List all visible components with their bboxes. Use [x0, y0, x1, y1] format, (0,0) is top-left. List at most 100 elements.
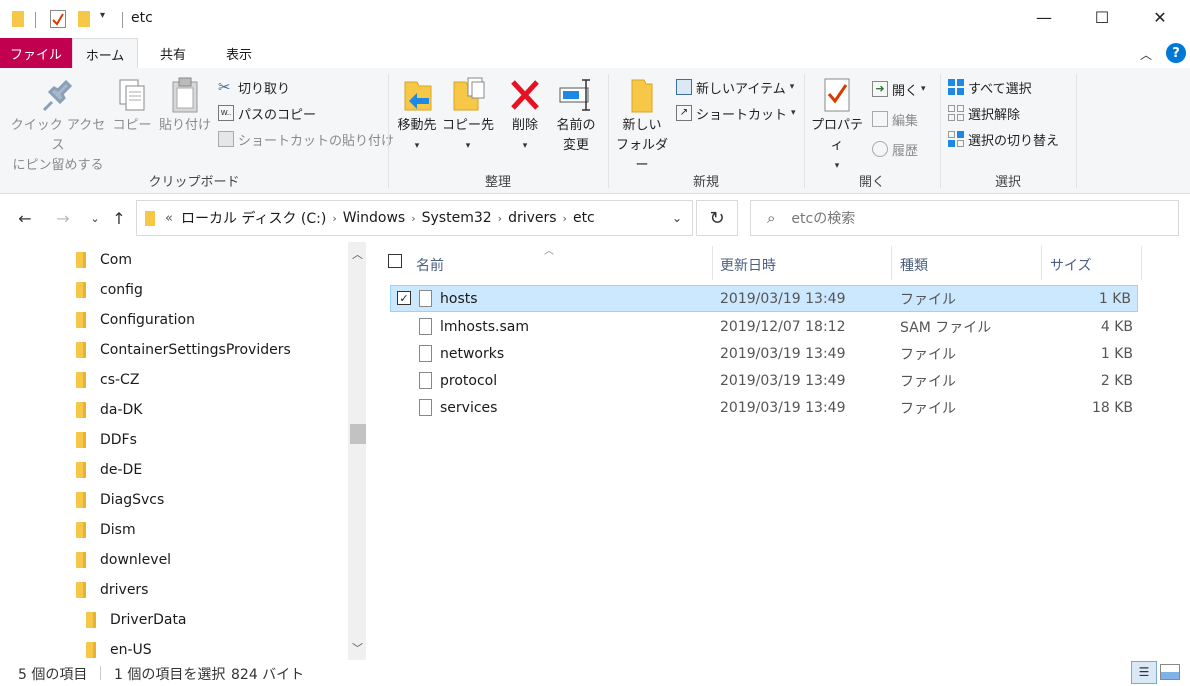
file-row[interactable]: lmhosts.sam 2019/12/07 18:12 SAM ファイル 4 …: [390, 313, 1138, 340]
file-row[interactable]: networks 2019/03/19 13:49 ファイル 1 KB: [390, 340, 1138, 367]
maximize-button[interactable]: ☐: [1079, 0, 1125, 34]
tree-item[interactable]: Configuration: [76, 305, 195, 335]
breadcrumb-local-disk[interactable]: ローカル ディスク (C:): [181, 208, 326, 228]
divider: [122, 12, 123, 28]
pin-quick-access-button[interactable]: クイック アクセス にピン留めする: [8, 76, 108, 176]
breadcrumb-drivers[interactable]: drivers: [508, 210, 556, 226]
details-view-icon[interactable]: ☰: [1131, 661, 1157, 684]
delete-label: 削除: [511, 118, 538, 133]
paste-button[interactable]: 貼り付け: [158, 76, 212, 136]
column-header-size[interactable]: サイズ: [1050, 250, 1092, 280]
customize-qat-icon[interactable]: ▾: [100, 10, 105, 21]
tree-item[interactable]: config: [76, 275, 143, 305]
invert-selection-button[interactable]: 選択の切り替え: [948, 128, 1059, 150]
new-folder-button[interactable]: 新しい フォルダー: [612, 76, 672, 176]
tree-item[interactable]: DriverData: [86, 605, 187, 635]
rename-button[interactable]: 名前の 変更: [550, 76, 602, 156]
tree-item[interactable]: DiagSvcs: [76, 485, 164, 515]
file-row[interactable]: services 2019/03/19 13:49 ファイル 18 KB: [390, 394, 1138, 421]
row-checkbox[interactable]: ✓: [397, 291, 411, 305]
select-none-button[interactable]: 選択解除: [948, 102, 1020, 124]
chevron-right-icon[interactable]: ›: [332, 212, 336, 225]
column-separator[interactable]: [1041, 246, 1042, 280]
tree-item[interactable]: de-DE: [76, 455, 142, 485]
column-separator[interactable]: [891, 246, 892, 280]
group-label-select: 選択: [994, 175, 1021, 190]
file-row[interactable]: protocol 2019/03/19 13:49 ファイル 2 KB: [390, 367, 1138, 394]
paste-shortcut-button[interactable]: ショートカットの貼り付け: [218, 128, 394, 150]
overflow-chevron[interactable]: «: [165, 211, 173, 226]
recent-locations-button[interactable]: ⌄: [84, 206, 106, 230]
group-label-clipboard: クリップボード: [148, 175, 240, 190]
new-folder-quick-icon[interactable]: [78, 11, 90, 27]
select-all-icon: [948, 79, 964, 95]
column-header-type[interactable]: 種類: [900, 250, 928, 280]
cut-button[interactable]: ✂ 切り取り: [218, 76, 290, 98]
help-icon[interactable]: ?: [1166, 43, 1186, 63]
large-icons-view-icon[interactable]: [1160, 664, 1180, 680]
properties-icon: [824, 78, 850, 112]
file-size: 1 KB: [1100, 345, 1133, 362]
tree-item[interactable]: downlevel: [76, 545, 171, 575]
chevron-right-icon[interactable]: ›: [498, 212, 502, 225]
select-all-checkbox[interactable]: [388, 254, 402, 268]
scrollbar-thumb[interactable]: [350, 424, 366, 444]
select-all-button[interactable]: すべて選択: [948, 76, 1032, 98]
navigation-scrollbar[interactable]: ︿ ﹀: [348, 242, 366, 660]
move-to-button[interactable]: 移動先 ▾: [392, 76, 442, 156]
minimize-button[interactable]: —: [1021, 0, 1067, 34]
forward-button[interactable]: →: [52, 206, 74, 230]
chevron-right-icon[interactable]: ›: [563, 212, 567, 225]
tree-item[interactable]: Dism: [76, 515, 136, 545]
open-button[interactable]: ➜ 開く ▾: [872, 78, 926, 100]
folder-icon: [76, 492, 86, 508]
chevron-down-icon: ▾: [414, 141, 420, 151]
breadcrumb-windows[interactable]: Windows: [343, 210, 406, 226]
up-button[interactable]: ↑: [108, 206, 130, 230]
address-dropdown-icon[interactable]: ⌄: [672, 211, 682, 225]
properties-button[interactable]: プロパティ ▾: [806, 76, 868, 176]
scroll-up-icon[interactable]: ︿: [352, 246, 363, 262]
tree-item[interactable]: drivers: [76, 575, 148, 605]
tree-item[interactable]: DDFs: [76, 425, 137, 455]
search-input[interactable]: ⌕ etcの検索: [750, 200, 1179, 236]
copy-path-button[interactable]: W.. パスのコピー: [218, 102, 316, 124]
file-row[interactable]: ✓ hosts 2019/03/19 13:49 ファイル 1 KB: [390, 285, 1138, 312]
tree-item[interactable]: da-DK: [76, 395, 142, 425]
close-button[interactable]: ✕: [1137, 0, 1183, 34]
back-button[interactable]: ←: [14, 206, 36, 230]
breadcrumb-etc[interactable]: etc: [573, 210, 595, 226]
column-header-name[interactable]: 名前: [416, 250, 444, 280]
collapse-ribbon-icon[interactable]: ︿: [1140, 46, 1152, 63]
file-type: SAM ファイル: [900, 319, 992, 336]
invert-selection-icon: [948, 131, 964, 147]
refresh-button[interactable]: ↻: [696, 200, 738, 236]
breadcrumb-system32[interactable]: System32: [422, 210, 492, 226]
copy-button[interactable]: コピー: [112, 76, 152, 136]
properties-label: プロパティ: [810, 118, 863, 153]
chevron-down-icon: ▾: [921, 84, 926, 94]
tab-file[interactable]: ファイル: [0, 38, 72, 68]
copy-to-button[interactable]: コピー先 ▾: [442, 76, 494, 156]
edit-button[interactable]: 編集: [872, 108, 918, 130]
column-separator[interactable]: [1141, 246, 1142, 280]
properties-quick-icon[interactable]: [50, 10, 66, 28]
new-item-button[interactable]: 新しいアイテム ▾: [676, 76, 794, 98]
edit-icon: [872, 111, 888, 127]
easy-access-button[interactable]: ↗ ショートカット ▾: [676, 102, 796, 124]
address-bar[interactable]: « ローカル ディスク (C:) › Windows › System32 › …: [136, 200, 693, 236]
tree-item[interactable]: cs-CZ: [76, 365, 139, 395]
chevron-right-icon[interactable]: ›: [411, 212, 415, 225]
ribbon: クイック アクセス にピン留めする コピー 貼り付け ✂ 切り取り W.. パス…: [0, 68, 1190, 194]
tree-item[interactable]: ContainerSettingsProviders: [76, 335, 291, 365]
delete-button[interactable]: 削除 ▾: [504, 76, 546, 156]
tree-item-label: en-US: [110, 642, 152, 658]
tree-item[interactable]: Com: [76, 245, 132, 275]
tab-view[interactable]: 表示: [206, 38, 272, 68]
tab-share[interactable]: 共有: [140, 38, 206, 68]
tab-home[interactable]: ホーム: [72, 38, 138, 69]
scroll-down-icon[interactable]: ﹀: [352, 640, 363, 656]
column-header-date[interactable]: 更新日時: [720, 250, 776, 280]
history-button[interactable]: 履歴: [872, 138, 918, 160]
column-separator[interactable]: [712, 246, 713, 280]
